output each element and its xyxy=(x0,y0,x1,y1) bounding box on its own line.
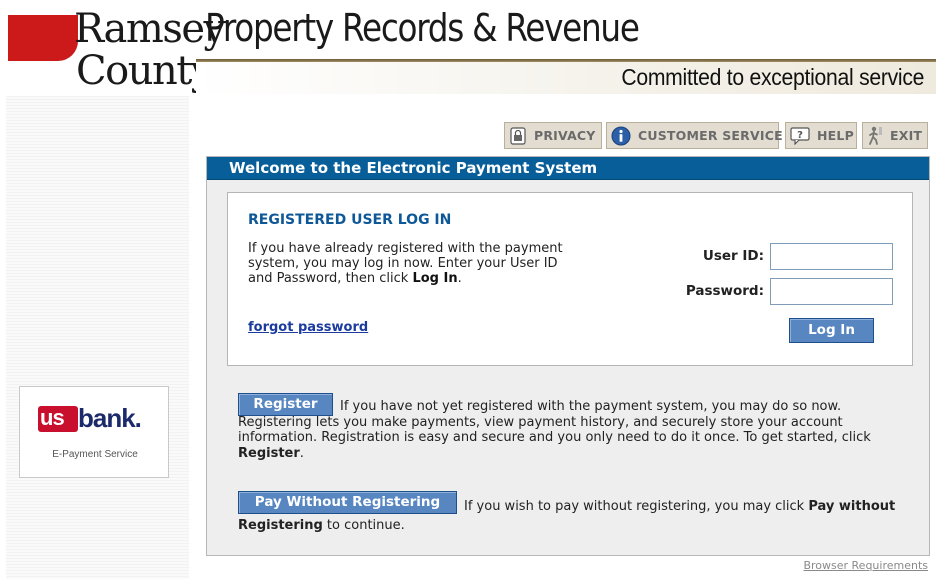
privacy-label: PRIVACY xyxy=(534,128,596,143)
log-in-button[interactable]: Log In xyxy=(789,318,874,343)
customer-service-label: CUSTOMER SERVICE xyxy=(638,128,783,143)
privacy-icon xyxy=(509,126,527,146)
usbank-badge[interactable]: us bank. E-Payment Service xyxy=(19,386,169,478)
pay-without-description-text: If you wish to pay without registering, … xyxy=(464,499,809,514)
logo-line-1: Ramsey xyxy=(74,6,226,52)
user-id-input[interactable] xyxy=(770,243,893,270)
pay-without-description-end: to continue. xyxy=(322,518,405,533)
exit-icon xyxy=(867,126,883,146)
usbank-logo-bank: bank. xyxy=(78,403,142,433)
login-instructions-bold: Log In xyxy=(412,271,458,286)
usbank-logo: us bank. xyxy=(38,403,152,435)
logo-red-bar xyxy=(8,15,78,41)
svg-text:?: ? xyxy=(797,130,803,141)
register-description-text: If you have not yet registered with the … xyxy=(238,399,871,445)
login-instructions-end: . xyxy=(457,271,462,286)
login-box: REGISTERED USER LOG IN If you have alrea… xyxy=(227,192,913,366)
usbank-logo-us: us xyxy=(40,405,65,430)
payment-panel: Welcome to the Electronic Payment System… xyxy=(206,156,930,556)
pay-without-description: If you wish to pay without registering, … xyxy=(238,497,898,535)
register-description-end: . xyxy=(299,445,304,461)
panel-title: Welcome to the Electronic Payment System xyxy=(229,159,598,177)
site-title: Property Records & Revenue xyxy=(205,6,640,50)
logo-red-swoosh xyxy=(8,41,78,61)
panel-header: Welcome to the Electronic Payment System xyxy=(207,157,929,180)
logo-line-2: County xyxy=(76,48,213,94)
user-id-label: User ID: xyxy=(702,248,764,264)
help-label: HELP xyxy=(817,128,854,143)
password-label: Password: xyxy=(685,283,764,299)
left-rail xyxy=(6,96,189,579)
privacy-button[interactable]: PRIVACY xyxy=(504,122,602,149)
help-button[interactable]: ? HELP xyxy=(785,122,857,149)
exit-button[interactable]: EXIT xyxy=(862,122,928,149)
tagline: Committed to exceptional service xyxy=(621,64,924,90)
info-icon xyxy=(611,126,631,146)
usbank-caption: E-Payment Service xyxy=(52,449,138,460)
ramsey-county-logo: Ramsey County xyxy=(8,9,226,95)
exit-label: EXIT xyxy=(890,128,923,143)
browser-requirements-link[interactable]: Browser Requirements xyxy=(803,559,928,572)
forgot-password-link[interactable]: forgot password xyxy=(248,320,368,335)
help-icon: ? xyxy=(790,126,810,146)
register-description-bold: Register xyxy=(238,445,300,461)
register-description: If you have not yet registered with the … xyxy=(238,399,898,461)
login-heading: REGISTERED USER LOG IN xyxy=(248,212,452,228)
login-instructions-text: If you have already registered with the … xyxy=(248,241,563,286)
customer-service-button[interactable]: CUSTOMER SERVICE xyxy=(606,122,783,149)
password-input[interactable] xyxy=(770,278,893,305)
login-instructions: If you have already registered with the … xyxy=(248,241,568,286)
